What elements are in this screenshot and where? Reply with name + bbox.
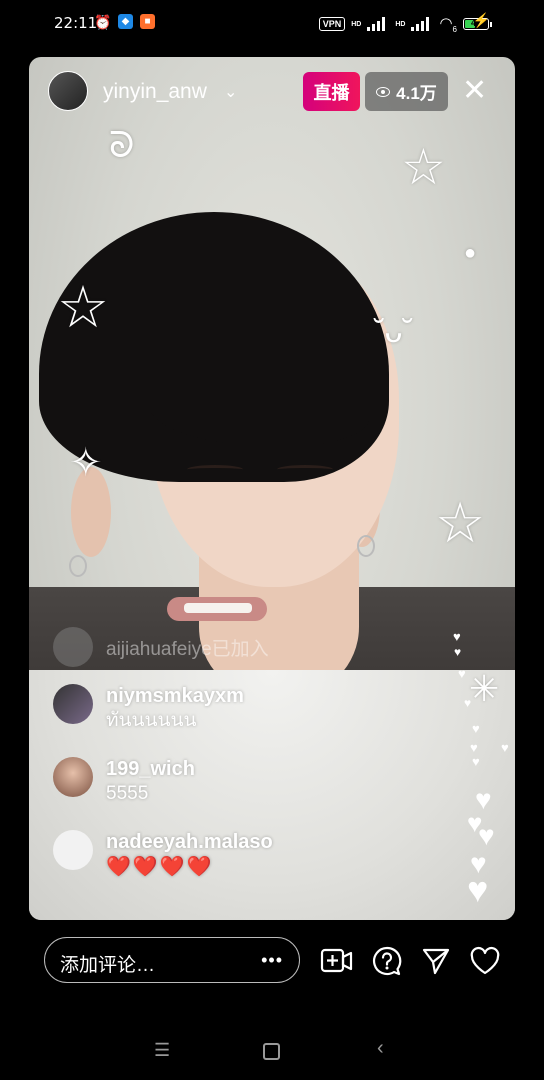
signal-icon (367, 17, 389, 31)
hd-label: HD (351, 20, 362, 28)
comment-username[interactable]: niymsmkayxm (106, 684, 244, 708)
floating-heart-icon: ♥ (453, 629, 461, 644)
question-icon[interactable] (370, 944, 404, 978)
home-icon[interactable] (263, 1043, 280, 1060)
floating-heart-icon: ♥ (458, 666, 466, 681)
vpn-icon: VPN (318, 17, 346, 31)
status-time: 22:11 (54, 14, 98, 32)
heart-like-icon[interactable] (468, 944, 502, 978)
alarm-icon: ⏰ (94, 14, 112, 30)
commenter-avatar[interactable] (53, 830, 93, 870)
teeth (184, 603, 252, 613)
comment-username[interactable]: 199_wich (106, 757, 195, 781)
comment-username[interactable]: nadeeyah.malaso (106, 830, 273, 854)
snowflake-doodle: ✳ (469, 668, 500, 709)
video-notification-icon: ■ (140, 14, 155, 29)
join-notice-text: aijiahuafeiye已加入 (106, 638, 269, 660)
app-notification-icon: ◆ (118, 14, 133, 29)
live-badge: 直播 (303, 72, 360, 111)
floating-heart-icon: ♥ (501, 740, 509, 755)
star-doodle: ☆ (401, 139, 446, 195)
more-options-icon[interactable]: ••• (261, 950, 283, 971)
commenter-avatar[interactable] (53, 757, 93, 797)
status-bar: 22:11 ⏰ ◆ ■ VPN HD HD ◠6 47 ⚡ (0, 0, 544, 46)
comment-input[interactable]: 添加评论… ••• (44, 937, 300, 983)
chevron-down-icon[interactable]: ⌄ (224, 82, 237, 102)
share-send-icon[interactable] (419, 944, 453, 978)
add-guest-video-icon[interactable] (320, 944, 354, 978)
comment-placeholder: 添加评论… (60, 955, 156, 976)
earring-right (357, 535, 375, 557)
hd-label-2: HD (395, 20, 406, 28)
signal-icon-2 (411, 17, 433, 31)
commenter-avatar[interactable] (53, 684, 93, 724)
join-notice: aijiahuafeiye已加入 (53, 627, 269, 667)
star-doodle-2: ☆ (57, 275, 109, 340)
charging-icon: ⚡ (472, 12, 490, 28)
joined-user-avatar (53, 627, 93, 667)
eye-right (277, 465, 333, 474)
comment-item: niymsmkayxm ทันนนนนน (53, 684, 244, 734)
earring-left (69, 555, 87, 577)
floating-heart-icon: ♥ (467, 869, 489, 910)
swirl-doodle: ᘐ (109, 124, 135, 165)
status-indicators: VPN HD HD ◠6 47 (318, 14, 492, 34)
comment-text: 5555 (106, 783, 149, 804)
viewer-count: 4.1万 (396, 84, 437, 103)
floating-heart-icon: ♥ (464, 696, 472, 710)
system-nav-bar: ☰ ‹ (0, 1030, 544, 1070)
sparkle-doodle: ✧ (69, 441, 103, 485)
dot-doodle: ● (464, 242, 477, 264)
floating-heart-icon: ♥ (470, 740, 478, 755)
wifi-icon: ◠6 (439, 15, 457, 34)
streamer-avatar[interactable] (48, 71, 88, 111)
smile-doodle: ˘ᴗ˘ (374, 313, 414, 349)
floating-heart-icon: ♥ (478, 820, 495, 851)
viewer-count-badge[interactable]: 4.1万 (365, 72, 448, 111)
wifi-standard: 6 (452, 25, 457, 34)
eye-icon (376, 86, 391, 97)
floating-heart-icon: ♥ (472, 754, 480, 769)
eye-left (187, 465, 243, 474)
comment-item: 199_wich 5555 (53, 757, 195, 807)
floating-heart-icon: ♥ (454, 645, 462, 659)
close-icon[interactable]: ✕ (462, 74, 487, 108)
comment-text: ทันนนนนน (106, 710, 197, 731)
star-doodle-3: ☆ (435, 491, 486, 554)
comment-text: ❤️❤️❤️❤️ (106, 856, 214, 878)
menu-icon[interactable]: ☰ (154, 1040, 170, 1061)
comment-item: nadeeyah.malaso ❤️❤️❤️❤️ (53, 830, 273, 880)
streamer-username[interactable]: yinyin_anw (103, 80, 207, 104)
back-icon[interactable]: ‹ (377, 1037, 384, 1060)
floating-heart-icon: ♥ (472, 721, 480, 736)
